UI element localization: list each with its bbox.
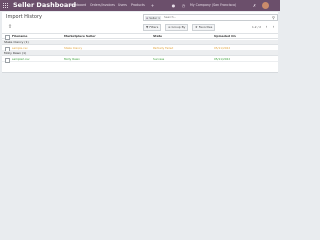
top-navbar: Seller Dashboard Dashboard Orders/Invoic… <box>0 0 280 11</box>
column-marketplace-seller[interactable]: Marketplace Seller <box>64 34 96 39</box>
table-row[interactable]: sample2.csv Molly Rawn Success 05/11/202… <box>2 56 278 63</box>
favorites-label: Favorites <box>198 25 213 29</box>
row-checkbox[interactable] <box>5 57 10 63</box>
column-state[interactable]: State <box>153 34 162 39</box>
table-header: Filename Marketplace Seller State Upload… <box>2 33 278 40</box>
upload-icon[interactable]: ⇧ <box>7 25 13 30</box>
group-by-button[interactable]: ≡Group By <box>165 24 189 31</box>
filters-label: Filters <box>149 25 159 29</box>
filters-button[interactable]: ▼Filters <box>143 24 162 31</box>
star-icon: ★ <box>195 25 198 29</box>
avatar[interactable] <box>262 2 269 9</box>
nav-orders-invoices[interactable]: Orders/Invoices <box>90 3 115 8</box>
column-uploaded-on[interactable]: Uploaded On <box>214 34 236 39</box>
search-facet[interactable]: ≡ Seller × <box>145 16 162 20</box>
cell-uploaded-on: 05/11/2022 <box>214 57 231 61</box>
nav-products[interactable]: Products <box>131 3 145 8</box>
group-by-label: Group By <box>171 25 186 29</box>
search-input[interactable] <box>164 15 262 20</box>
search-icon[interactable]: ⚲ <box>271 15 276 20</box>
stack-icon: ≡ <box>168 25 171 29</box>
app-menu-icon[interactable] <box>3 3 8 8</box>
plus-icon[interactable]: + <box>150 3 155 8</box>
cell-state: Success <box>153 57 165 61</box>
search-bar[interactable]: ≡ Seller × ⚲ <box>143 14 278 21</box>
cell-filename: sample2.csv <box>12 57 30 61</box>
column-filename[interactable]: Filename <box>12 34 27 39</box>
cell-seller: Molly Rawn <box>64 57 80 61</box>
search-facet-label: Seller <box>149 16 158 20</box>
list-view-panel: Import History ⇧ ≡ Seller × ⚲ ▼Filters ≡… <box>2 12 278 73</box>
filter-icon: ▼ <box>146 25 149 29</box>
clock-icon[interactable]: ◷ <box>181 3 186 8</box>
favorites-button[interactable]: ★Favorites <box>192 24 216 31</box>
page-title: Import History <box>6 14 42 20</box>
debug-icon[interactable]: ✗ <box>252 3 257 8</box>
pager-value[interactable]: 1-2 / 2 <box>252 24 261 30</box>
nav-dashboard[interactable]: Dashboard <box>69 3 86 8</box>
group-by-icon: ≡ <box>146 16 149 20</box>
nav-users[interactable]: Users <box>118 3 127 8</box>
chevron-right-icon[interactable]: › <box>271 24 276 30</box>
chat-icon[interactable]: ● <box>171 3 176 8</box>
company-switcher[interactable]: My Company (San Francisco) <box>190 3 236 8</box>
close-icon[interactable]: × <box>158 16 160 20</box>
app-brand[interactable]: Seller Dashboard <box>13 1 76 10</box>
chevron-left-icon[interactable]: ‹ <box>264 24 269 30</box>
